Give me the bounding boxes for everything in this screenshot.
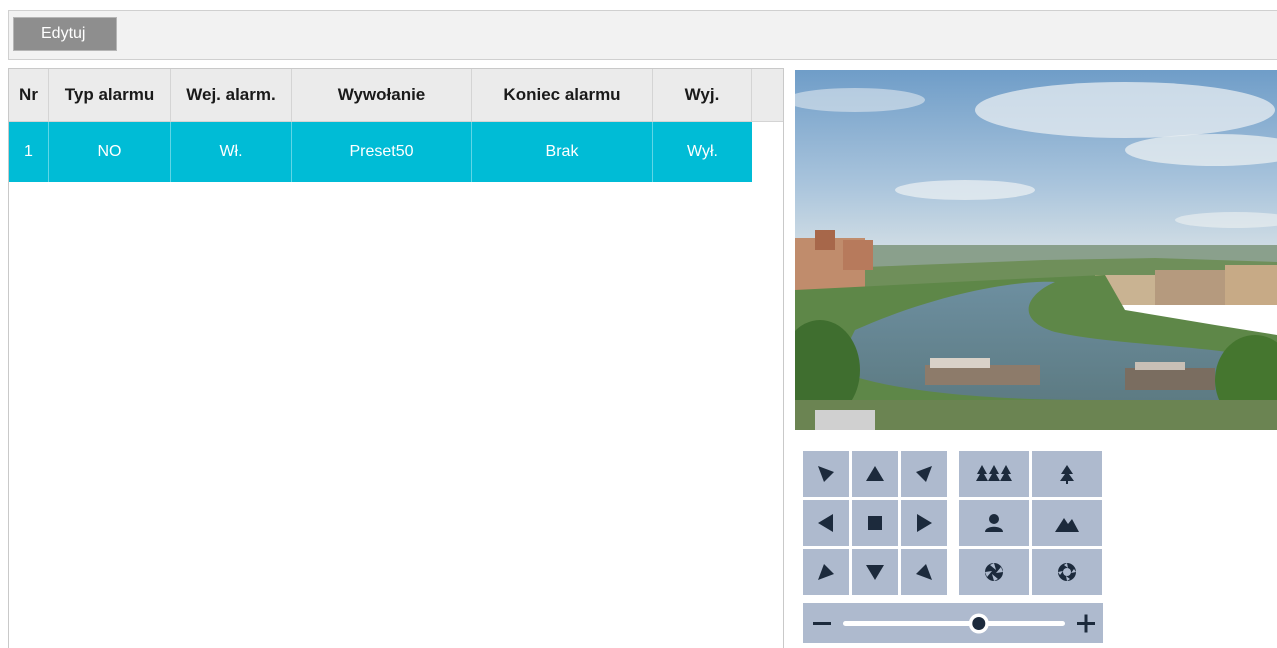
- zoom-slider-graphic: [813, 613, 1095, 634]
- zoom-out-trees-icon: [976, 465, 1012, 481]
- focus-far-button[interactable]: [1032, 500, 1102, 546]
- pan-down-icon: [866, 565, 884, 580]
- camera-image: [795, 70, 1277, 430]
- column-header-alarm-type[interactable]: Typ alarmu: [49, 69, 171, 121]
- zoom-wide-button[interactable]: [959, 451, 1029, 497]
- pan-up-left-icon: [818, 466, 834, 482]
- toolbar: Edytuj: [8, 10, 1277, 60]
- cell-output: Wył.: [687, 143, 718, 160]
- table-row[interactable]: 1 NO Wł. Preset50 Brak Wył.: [9, 122, 752, 182]
- column-header-call[interactable]: Wywołanie: [292, 69, 472, 121]
- column-header-spacer: [752, 69, 783, 121]
- ptz-stop-button[interactable]: [852, 500, 898, 546]
- cell-alarm-type: NO: [49, 122, 171, 182]
- column-header-nr[interactable]: Nr: [9, 69, 49, 121]
- alarm-table: Nr Typ alarmu Wej. alarm. Wywołanie Koni…: [8, 68, 784, 648]
- ptz-right-button[interactable]: [901, 500, 947, 546]
- cell-alarm-end: Brak: [472, 122, 653, 182]
- ptz-up-right-button[interactable]: [901, 451, 947, 497]
- ptz-up-left-button[interactable]: [803, 451, 849, 497]
- zoom-minus-icon: [813, 622, 831, 625]
- ptz-up-button[interactable]: [852, 451, 898, 497]
- ptz-down-right-button[interactable]: [901, 549, 947, 595]
- cell-call: Preset50: [292, 122, 472, 182]
- focus-far-mountain-icon: [1055, 518, 1079, 532]
- iris-close-button[interactable]: [959, 549, 1029, 595]
- iris-open-icon: [1058, 563, 1076, 581]
- zoom-tele-button[interactable]: [1032, 451, 1102, 497]
- pan-right-icon: [917, 514, 932, 532]
- edit-button[interactable]: Edytuj: [13, 17, 117, 51]
- ptz-left-button[interactable]: [803, 500, 849, 546]
- pan-up-right-icon: [916, 466, 932, 482]
- pan-up-icon: [866, 466, 884, 481]
- table-header: Nr Typ alarmu Wej. alarm. Wywołanie Koni…: [9, 69, 783, 122]
- zoom-thumb: [968, 613, 989, 634]
- pan-down-left-icon: [818, 564, 834, 580]
- cell-alarm-input: Wł.: [171, 122, 292, 182]
- iris-close-icon: [985, 563, 1003, 581]
- focus-near-person-icon: [985, 514, 1003, 532]
- ptz-down-left-button[interactable]: [803, 549, 849, 595]
- pan-down-right-icon: [916, 564, 932, 580]
- column-header-alarm-input[interactable]: Wej. alarm.: [171, 69, 292, 121]
- zoom-slider[interactable]: [803, 603, 1103, 643]
- iris-open-button[interactable]: [1032, 549, 1102, 595]
- column-header-output[interactable]: Wyj.: [653, 69, 752, 121]
- zoom-track: [843, 621, 1065, 626]
- pan-left-icon: [818, 514, 833, 532]
- stop-icon: [868, 516, 882, 530]
- column-header-alarm-end[interactable]: Koniec alarmu: [472, 69, 653, 121]
- cell-nr: 1: [9, 122, 49, 182]
- zoom-in-tree-icon: [1060, 465, 1074, 484]
- camera-preview[interactable]: [795, 70, 1277, 430]
- focus-near-button[interactable]: [959, 500, 1029, 546]
- ptz-down-button[interactable]: [852, 549, 898, 595]
